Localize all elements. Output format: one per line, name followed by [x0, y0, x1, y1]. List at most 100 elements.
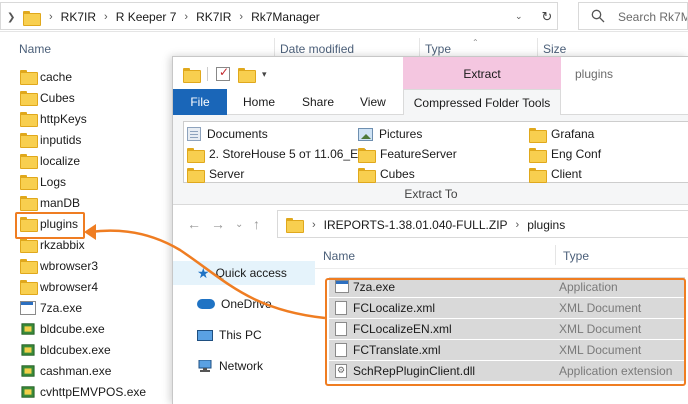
tab-share[interactable]: Share [302, 89, 334, 115]
front-address-bar[interactable]: › IREPORTS-1.38.01.040-FULL.ZIP › plugin… [277, 210, 688, 238]
chevron-down-icon[interactable]: ⌄ [515, 11, 523, 22]
breadcrumb-item[interactable]: Rk7Manager [247, 10, 324, 24]
app-exe-icon [21, 364, 35, 377]
chevron-right-icon[interactable]: ❯ [7, 12, 19, 24]
list-item-label: wbrowser4 [40, 279, 99, 294]
list-item-label: manDB [40, 195, 81, 210]
tab-home[interactable]: Home [243, 89, 275, 115]
chevron-down-icon[interactable]: ▾ [262, 69, 267, 80]
list-item[interactable]: inputids [0, 129, 172, 150]
list-item-label: Logs [40, 174, 67, 189]
folder-icon [20, 279, 38, 295]
folder-icon [20, 153, 38, 169]
folder-icon [20, 195, 38, 211]
list-item[interactable]: Cubes [0, 87, 172, 108]
divider [207, 67, 208, 81]
nav-item-onedrive[interactable]: OneDrive [197, 293, 272, 315]
list-item[interactable]: cashman.exe [0, 360, 172, 381]
chevron-right-icon: › [104, 11, 108, 23]
list-item[interactable]: manDB [0, 192, 172, 213]
refresh-icon[interactable]: ↻ [539, 9, 555, 25]
destination-eng-conf[interactable]: Eng Conf [529, 144, 601, 164]
chevron-down-icon[interactable]: ⌄ [235, 219, 243, 230]
search-input[interactable]: Search Rk7Man [578, 2, 688, 30]
list-item[interactable]: bldcubex.exe [0, 339, 172, 360]
column-header-type[interactable]: Type [563, 249, 589, 263]
folder-icon [20, 90, 38, 106]
list-item[interactable]: wbrowser3 [0, 255, 172, 276]
list-item[interactable]: localize [0, 150, 172, 171]
ribbon-tabs: File Home Share View Compressed Folder T… [173, 89, 688, 116]
tab-compressed-folder-tools[interactable]: Compressed Folder Tools [403, 89, 561, 116]
new-folder-icon[interactable] [238, 67, 256, 83]
nav-item-quick-access[interactable]: ★ Quick access [197, 262, 287, 284]
column-header-date[interactable]: Date modified [280, 42, 354, 56]
breadcrumb-item[interactable]: R Keeper 7 [112, 10, 181, 24]
column-header-type[interactable]: Type [425, 42, 451, 56]
destination-grafana[interactable]: Grafana [529, 124, 594, 144]
back-address-bar-area: ❯ › RK7IR › R Keeper 7 › RK7IR › Rk7Mana… [0, 0, 688, 32]
folder-icon [286, 218, 304, 233]
destination-featureserver[interactable]: FeatureServer [358, 144, 457, 164]
app-exe-icon [21, 343, 35, 356]
list-item[interactable]: Logs [0, 171, 172, 192]
up-arrow-icon[interactable]: ↑ [253, 216, 260, 232]
navigation-pane: ★ Quick access OneDrive This PC Network [173, 253, 315, 404]
back-address-bar[interactable]: ❯ › RK7IR › R Keeper 7 › RK7IR › Rk7Mana… [0, 2, 558, 30]
network-icon [198, 360, 212, 372]
nav-label: Quick access [215, 266, 287, 280]
front-address-area: ← → ⌄ ↑ › IREPORTS-1.38.01.040-FULL.ZIP … [173, 207, 688, 241]
column-header-name[interactable]: Name [19, 42, 51, 56]
column-divider[interactable] [555, 245, 556, 265]
breadcrumb-item[interactable]: plugins [523, 218, 569, 232]
list-item-label: rkzabbix [40, 237, 85, 252]
nav-label: Network [219, 359, 264, 373]
folder-icon[interactable] [183, 67, 201, 83]
nav-item-network[interactable]: Network [197, 355, 263, 377]
list-item[interactable]: bldcube.exe [0, 318, 172, 339]
chevron-right-icon: › [312, 219, 316, 231]
tab-view[interactable]: View [360, 89, 386, 115]
breadcrumb-item[interactable]: IREPORTS-1.38.01.040-FULL.ZIP [320, 218, 512, 232]
column-header-size[interactable]: Size [543, 42, 566, 56]
list-item[interactable]: cache [0, 66, 172, 87]
destination-pictures[interactable]: Pictures [358, 124, 422, 144]
list-item[interactable]: httpKeys [0, 108, 172, 129]
back-arrow-icon[interactable]: ← [187, 216, 201, 232]
destination-label: Documents [207, 127, 268, 141]
list-item-label: bldcubex.exe [40, 342, 111, 357]
destination-label: Pictures [379, 127, 423, 141]
forward-arrow-icon[interactable]: → [211, 216, 225, 232]
destination-client[interactable]: Client [529, 164, 582, 184]
folder-icon [529, 147, 547, 163]
tab-file[interactable]: File [173, 89, 227, 115]
folder-icon [187, 167, 205, 183]
exe-icon [20, 300, 36, 315]
folder-icon [187, 147, 205, 163]
front-column-headers: Name Type [315, 243, 688, 269]
destination-label: Grafana [551, 127, 595, 141]
app-exe-icon [21, 322, 35, 335]
destination-documents[interactable]: Documents [187, 124, 268, 144]
column-header-name[interactable]: Name [323, 249, 355, 263]
chevron-right-icon: › [239, 11, 244, 23]
folder-icon [23, 11, 41, 26]
cloud-icon [197, 299, 215, 309]
list-item-label: 7za.exe [40, 300, 83, 315]
list-item[interactable]: cvhttpEMVPOS.exe [0, 381, 172, 402]
context-tab-extract: Extract [403, 57, 561, 89]
list-item-label: cashman.exe [40, 363, 112, 378]
destination-server[interactable]: Server [187, 164, 244, 184]
list-item[interactable]: 7za.exe [0, 297, 172, 318]
destination-label: Client [551, 167, 582, 181]
nav-item-this-pc[interactable]: This PC [197, 324, 262, 346]
breadcrumb-item[interactable]: RK7IR [57, 10, 100, 24]
computer-icon [197, 329, 213, 341]
list-item-label: wbrowser3 [40, 258, 99, 273]
breadcrumb-item[interactable]: RK7IR [192, 10, 235, 24]
window-title: plugins [575, 67, 614, 81]
list-item[interactable]: wbrowser4 [0, 276, 172, 297]
destination-storehouse[interactable]: 2. StoreHouse 5 от 11.06_EN [187, 144, 367, 164]
destination-cubes[interactable]: Cubes [358, 164, 415, 184]
properties-icon[interactable]: ✓ [216, 65, 230, 81]
